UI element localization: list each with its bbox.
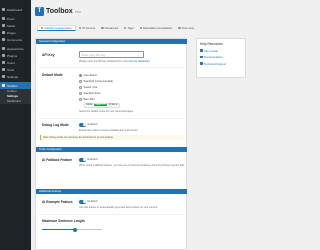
doc-icon [200,55,203,59]
tab-ip-access[interactable]: IP Access [76,25,99,31]
section-header-tools: Tools Configuration [36,147,187,152]
pin-icon [2,17,5,20]
sidebar-item-comments[interactable]: Comments [0,36,31,43]
count-chip: 12 items [108,104,118,107]
api-key-description: Please enter the API key obtained from y… [79,60,150,63]
page-icon [2,31,5,34]
api-key-input[interactable]: Enter your API key [79,51,144,58]
technical-support-link[interactable]: Technical Support [200,62,242,66]
plugin-icon [2,54,5,57]
settings-tabs: Global Configuration IP Access Advanced … [37,25,197,31]
status-ok-chip: Status OK [93,104,108,107]
settings-icon [2,75,5,78]
tab-tags[interactable]: Tags [121,25,137,31]
users-icon [2,61,5,64]
max-sentence-length-slider[interactable] [42,227,102,232]
divider [39,118,184,119]
example-feature-description: Use this feature to automatically genera… [79,206,158,209]
main-content: T Toolbox PRO Global Configuration IP Ac… [31,0,250,250]
mode-chip: Mode [86,104,93,107]
sidebar-item-toolbox[interactable]: Toolbox [0,82,31,89]
book-icon [200,49,203,52]
sidebar-item-posts[interactable]: Posts [0,15,31,22]
sidebar-submenu: Toolbox Settings Dashboard [0,89,31,104]
app-header: T Toolbox PRO [35,6,81,16]
radio-bare-mini[interactable]: Bare Mini [79,98,94,101]
wrench-icon [2,68,5,71]
sidebar-item-users[interactable]: Users [0,59,31,66]
info-icon [178,26,181,30]
sidebar-item-dashboard[interactable]: Dashboard [0,6,31,13]
slider-fill [42,229,75,231]
sidebar-item-tools[interactable]: Tools [0,66,31,73]
tab-advanced[interactable]: Advanced [98,25,121,31]
documentation-link[interactable]: Documentation [200,55,242,59]
database-icon [139,26,143,30]
radio-speed-lite[interactable]: Speed / Lite [79,86,97,89]
radio-auto-detect[interactable]: Auto-detect [79,74,97,77]
debug-mode-label: Debug Log Mode [42,123,69,127]
sidebar-item-settings[interactable]: Settings [0,73,31,80]
divider [39,67,184,68]
media-icon [2,24,5,27]
settings-icon [41,26,44,30]
fallback-feature-label: AI Fallback Feature [42,158,73,162]
lock-icon [78,26,82,30]
help-title: Help Resources [200,42,223,46]
section-header-additional: Additional Settings [36,189,187,194]
radio-button[interactable] [79,86,82,89]
debug-mode-toggle[interactable] [79,123,86,127]
example-feature-label: AI Example Feature [42,200,73,204]
radio-button[interactable] [79,74,82,77]
radio-button[interactable] [79,80,82,83]
star-icon [101,26,104,30]
help-resources-box: Help Resources User Guide Documentation … [196,38,246,78]
version-badge: PRO [74,10,82,14]
tag-icon [124,26,127,30]
slider-handle[interactable] [73,227,77,232]
comment-icon [2,38,5,41]
sidebar-item-appearance[interactable]: Appearance [0,45,31,52]
default-mode-label: Default Mode [42,73,63,77]
radio-standard-low[interactable]: Standard (low) [79,92,100,95]
admin-sidebar: Dashboard Posts Media Pages Comments App… [0,0,31,250]
tab-metadata-compilation[interactable]: Metadata Compilation [137,25,176,31]
support-icon [200,62,203,66]
fallback-toggle-row: Enabled [79,158,97,162]
toolbox-icon [2,84,5,87]
dashboard-icon [2,8,5,11]
page-title: Toolbox [46,7,73,15]
toolbox-logo: T [35,6,44,16]
sidebar-item-media[interactable]: Media [0,22,31,29]
radio-button[interactable] [79,98,82,101]
settings-panel: General Configuration API Key Enter your… [35,38,187,250]
tab-global-configuration[interactable]: Global Configuration [37,25,76,31]
divider [39,214,184,215]
tab-overview[interactable]: Overview [175,25,197,31]
fallback-toggle[interactable] [79,158,86,162]
radio-standard-recommended[interactable]: Standard (recommended) [79,80,113,83]
debug-warning-note: Note: Debug mode can decrease the perfor… [40,135,184,140]
section-header-general: General Configuration [36,39,187,44]
submenu-item-dashboard[interactable]: Dashboard [0,99,31,104]
brush-icon [2,47,5,50]
sidebar-item-pages[interactable]: Pages [0,29,31,36]
debug-mode-description: Enable this option to keep a detailed lo… [79,129,139,132]
radio-button[interactable] [79,92,82,95]
example-feature-toggle[interactable] [79,200,86,204]
sidebar-item-plugins[interactable]: Plugins [0,52,31,59]
user-guide-link[interactable]: User Guide [200,49,242,53]
default-mode-description: Select the default mode for new posts an… [79,110,134,113]
account-dashboard-link[interactable]: account dashboard [129,60,150,63]
api-key-label: API Key [42,53,55,57]
debug-mode-toggle-row: Enabled [79,123,97,127]
max-sentence-length-label: Maximum Sentence Length [42,219,85,223]
example-feature-toggle-row: Enabled [79,200,97,204]
fallback-description: When using a fallback feature, you can u… [79,164,185,167]
mode-status-pill: Mode Status OK 12 items [84,103,120,108]
